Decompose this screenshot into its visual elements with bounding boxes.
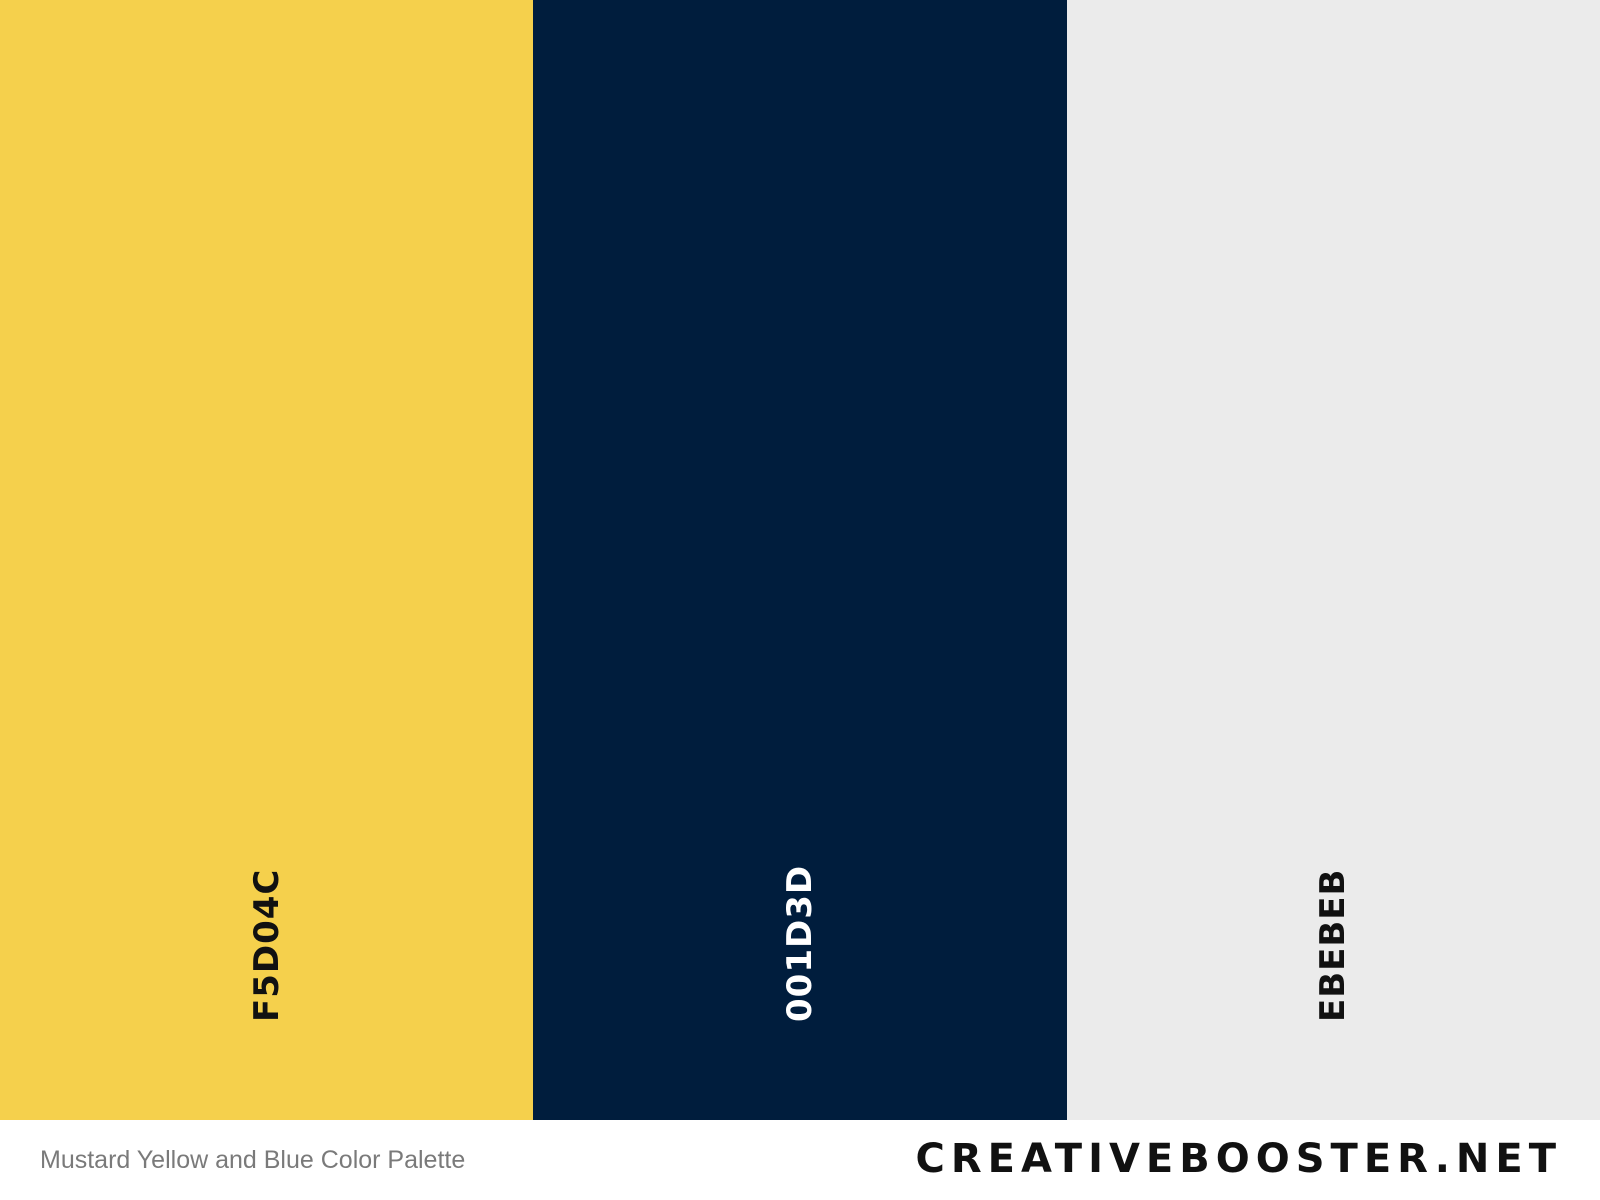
swatch-navy: 001D3D [533,0,1067,1120]
footer-bar: Mustard Yellow and Blue Color Palette CR… [0,1120,1600,1200]
swatch-hex-code: EBEBEB [1313,868,1354,1022]
brand-logo-text: CREATIVEBOOSTER.NET [915,1136,1562,1182]
swatch-hex-code: 001D3D [779,864,820,1022]
swatch-light-gray: EBEBEB [1066,0,1600,1120]
swatch-yellow: F5D04C [0,0,534,1120]
color-palette: F5D04C 001D3D EBEBEB [0,0,1600,1120]
palette-caption: Mustard Yellow and Blue Color Palette [40,1146,466,1174]
swatch-hex-code: F5D04C [246,868,287,1022]
